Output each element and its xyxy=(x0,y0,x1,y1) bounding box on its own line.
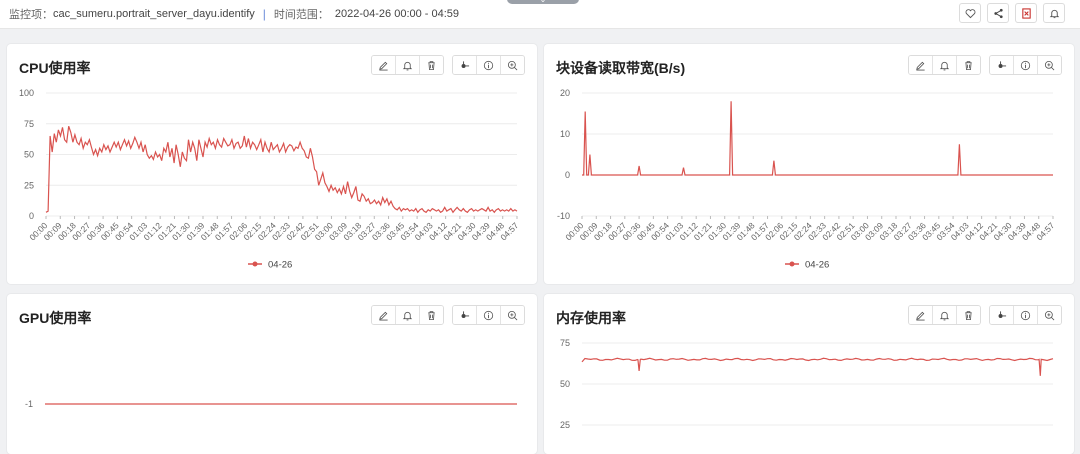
y-tick-label: 25 xyxy=(24,180,34,190)
legend-marker xyxy=(252,261,258,267)
range-value[interactable]: 2022-04-26 00:00 - 04:59 xyxy=(335,8,459,20)
panel-cpu: CPU使用率 0 25 50 75 100 00:00 00:09 00:18 00:27 00:… xyxy=(7,44,537,284)
bookmark-button[interactable] xyxy=(1015,3,1037,23)
y-tick-label: 25 xyxy=(560,420,570,430)
share-icon xyxy=(993,8,1003,18)
chevron-down-icon: ⌄ xyxy=(507,0,579,4)
alert-button[interactable] xyxy=(1043,3,1065,23)
collapse-tab[interactable]: ⌄ xyxy=(507,0,579,4)
favorite-button[interactable] xyxy=(959,3,981,23)
y-tick-label: 50 xyxy=(24,150,34,160)
panel-memory: 内存使用率 25 50 75 xyxy=(544,294,1074,454)
legend-label: 04-26 xyxy=(268,260,292,271)
panel-gpu: GPU使用率 -1 xyxy=(7,294,537,454)
y-tick-label: 50 xyxy=(560,379,570,389)
header-separator: | xyxy=(262,7,266,21)
header-bar: 监控项： cac_sumeru.portrait_server_dayu.ide… xyxy=(0,0,1080,29)
y-tick-label: 10 xyxy=(560,129,570,139)
monitor-label: 监控项： xyxy=(9,9,53,21)
share-button[interactable] xyxy=(987,3,1009,23)
chart-cpu: 025507510000:0000:0900:1800:2700:3600:45… xyxy=(19,88,521,271)
panel-disk-read: 块设备读取带宽(B/s) -10 0 10 20 00:00 00:09 00:18 00:2… xyxy=(544,44,1074,284)
legend-marker xyxy=(789,261,795,267)
chart-memory: 25 50 75 xyxy=(560,338,1054,430)
bell-icon xyxy=(1049,9,1059,18)
y-tick-label: -1 xyxy=(25,399,33,409)
y-tick-label: 20 xyxy=(560,88,570,98)
series-line xyxy=(45,126,518,214)
chart-disk-read: -100102000:0000:0900:1800:2700:3600:4500… xyxy=(557,88,1057,271)
y-tick-label: -10 xyxy=(557,211,570,221)
header-actions xyxy=(959,3,1065,23)
legend-label: 04-26 xyxy=(805,260,829,271)
series-line xyxy=(582,101,1053,176)
y-tick-label: 75 xyxy=(24,119,34,129)
chart-gpu: -1 xyxy=(25,399,517,409)
y-tick-label: 75 xyxy=(560,338,570,348)
bookmark-icon xyxy=(1021,7,1031,19)
y-tick-label: 100 xyxy=(19,88,34,98)
series-line xyxy=(581,357,1054,376)
monitor-value[interactable]: cac_sumeru.portrait_server_dayu.identify xyxy=(53,8,255,20)
range-label: 时间范围： xyxy=(273,9,329,21)
y-tick-label: 0 xyxy=(565,170,570,180)
heart-icon xyxy=(965,8,975,18)
y-tick-label: 0 xyxy=(29,211,34,221)
